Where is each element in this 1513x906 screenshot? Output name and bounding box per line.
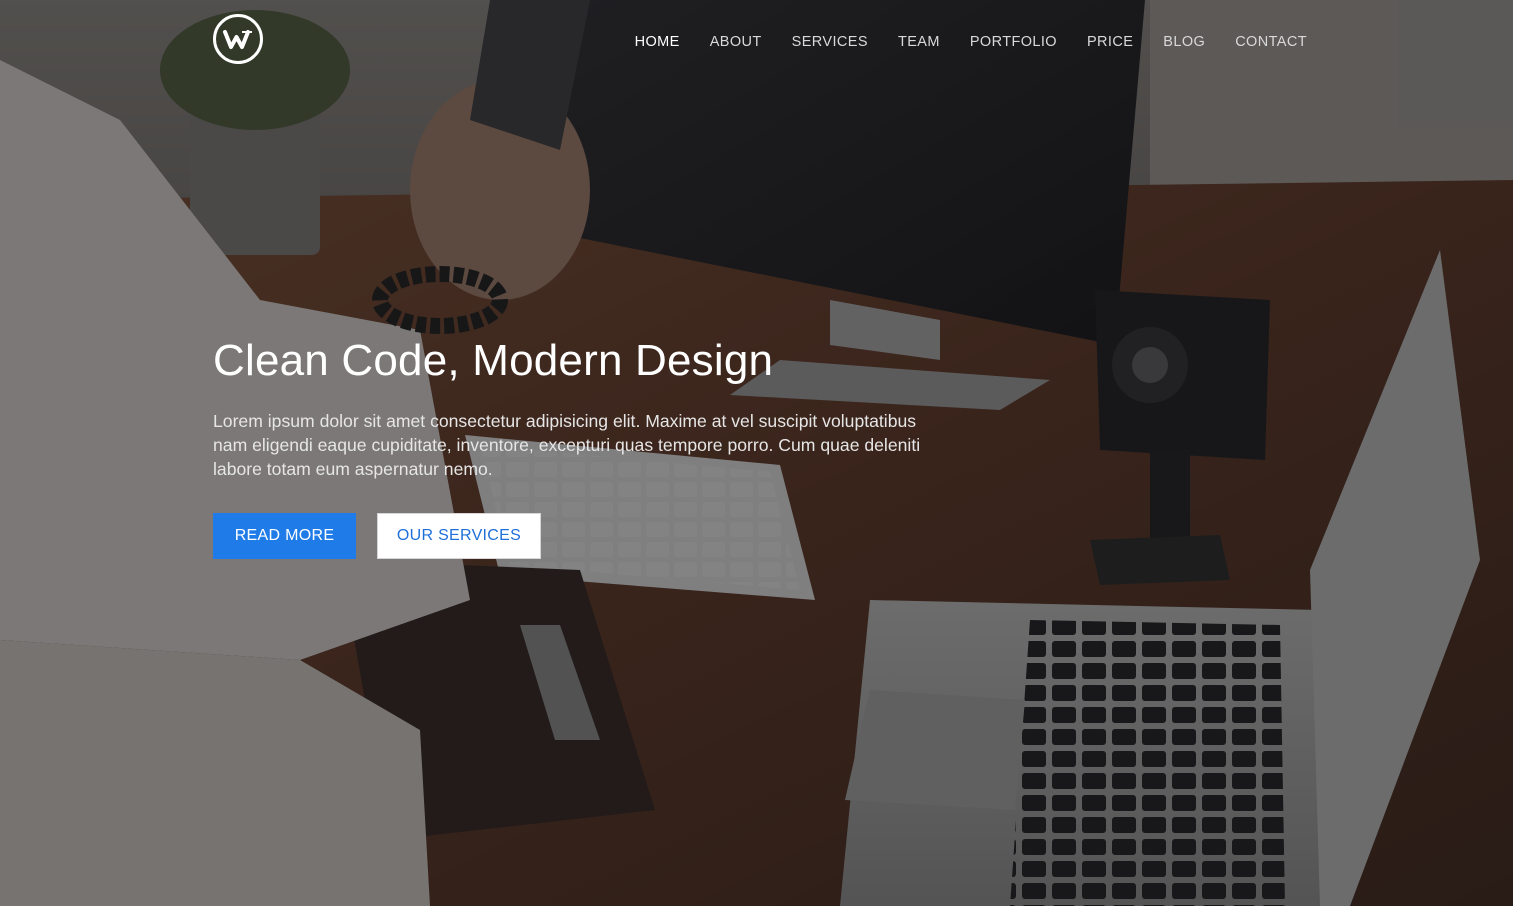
navbar: HOME ABOUT SERVICES TEAM PORTFOLIO PRICE… [0, 0, 1513, 84]
hero-content: Clean Code, Modern Design Lorem ipsum do… [213, 334, 953, 559]
nav-item-portfolio[interactable]: PORTFOLIO [970, 31, 1057, 53]
nav-menu: HOME ABOUT SERVICES TEAM PORTFOLIO PRICE… [605, 31, 1307, 53]
w-monogram-logo-icon [223, 30, 252, 49]
nav-item-contact[interactable]: CONTACT [1235, 31, 1307, 53]
nav-item-about[interactable]: ABOUT [710, 31, 762, 53]
hero-title: Clean Code, Modern Design [213, 336, 774, 385]
nav-item-price[interactable]: PRICE [1087, 31, 1133, 53]
nav-item-blog[interactable]: BLOG [1163, 31, 1205, 53]
hero-description: Lorem ipsum dolor sit amet consectetur a… [213, 411, 921, 479]
our-services-button[interactable]: OUR SERVICES [377, 513, 541, 559]
nav-item-services[interactable]: SERVICES [792, 31, 868, 53]
logo[interactable] [213, 14, 263, 64]
nav-item-team[interactable]: TEAM [898, 31, 940, 53]
nav-item-home[interactable]: HOME [635, 31, 680, 53]
hero-buttons: READ MORE OUR SERVICES [213, 513, 953, 559]
read-more-button[interactable]: READ MORE [213, 513, 356, 559]
